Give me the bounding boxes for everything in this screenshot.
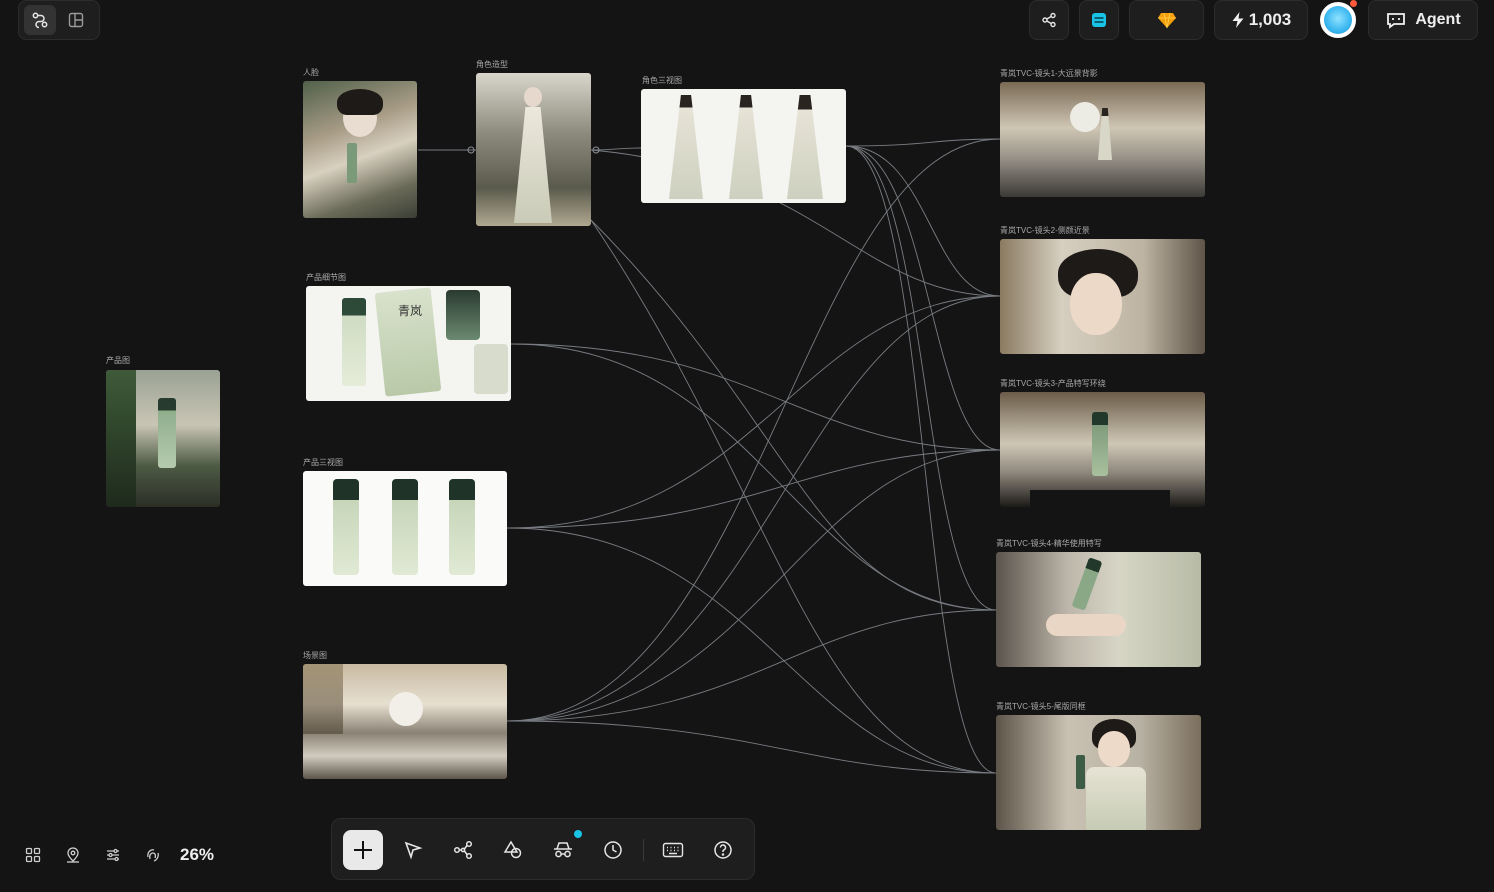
share-icon: [1042, 12, 1056, 28]
notification-dot: [1350, 0, 1357, 7]
agent-label: Agent: [1415, 11, 1461, 28]
node-shot3[interactable]: [1000, 392, 1205, 507]
help-icon: [714, 841, 732, 859]
grid-icon: [25, 847, 41, 863]
lightning-icon: [1232, 12, 1244, 28]
fingerprint-icon: [147, 849, 159, 862]
node-label-scene: 场景图: [303, 651, 327, 660]
face-shape: [1098, 731, 1130, 767]
keyboard-shortcuts-button[interactable]: [653, 830, 693, 870]
agent-button[interactable]: Agent: [1368, 0, 1478, 40]
bottle-front: [333, 479, 359, 575]
view-toggle: [18, 0, 100, 40]
node-label-shot5: 青岚TVC-镜头5-尾版同框: [996, 702, 1086, 711]
bottle-shape: [1076, 755, 1085, 789]
node-label-shot4: 青岚TVC-镜头4-精华使用特写: [996, 539, 1102, 548]
location-icon: [67, 847, 79, 863]
credits-button[interactable]: 1,003: [1214, 0, 1308, 40]
node-label-shot1: 青岚TVC-镜头1-大远景背影: [1000, 69, 1098, 78]
brand-text: 青岚: [398, 304, 423, 318]
face-shape: [1070, 273, 1122, 335]
cap-shape: [446, 290, 480, 340]
node-label-product-detail: 产品细节图: [306, 273, 346, 282]
pedestal-shape: [1030, 490, 1170, 507]
pillar-shape: [303, 664, 343, 734]
node-character-look[interactable]: [476, 73, 591, 226]
side-view-figure: [729, 95, 763, 199]
node-shot1[interactable]: [1000, 82, 1205, 197]
nodes-tool-button[interactable]: [443, 830, 483, 870]
layout-icon: [68, 12, 84, 28]
back-view-figure: [787, 95, 823, 199]
history-button[interactable]: [593, 830, 633, 870]
locate-button[interactable]: [63, 845, 83, 865]
bottle-back: [449, 479, 475, 575]
moon-door-shape: [389, 692, 423, 726]
avatar[interactable]: [1320, 2, 1356, 38]
filter-icon: [107, 848, 119, 862]
bottle-side: [392, 479, 418, 575]
moon-door-shape: [1070, 102, 1100, 132]
shapes-icon: [503, 840, 522, 859]
add-button[interactable]: [343, 830, 383, 870]
zoom-level[interactable]: 26%: [180, 845, 214, 865]
node-product-detail[interactable]: 青岚: [306, 286, 511, 401]
bottle-shape: [158, 398, 176, 468]
node-label-product-three-view: 产品三视图: [303, 458, 343, 467]
membership-button[interactable]: [1129, 0, 1204, 40]
toolbar-divider: [643, 839, 644, 861]
node-shot4[interactable]: [996, 552, 1201, 667]
keyboard-icon: [662, 842, 684, 858]
share-button[interactable]: [1029, 0, 1069, 40]
node-label-shot2: 青岚TVC-镜头2-侧颜近景: [1000, 226, 1090, 235]
foliage-shape: [106, 370, 136, 507]
credits-count: 1,003: [1248, 10, 1292, 29]
spy-icon: [554, 842, 572, 858]
help-button[interactable]: [703, 830, 743, 870]
figure-back-shape: [1098, 108, 1112, 160]
bottle-shape: [342, 298, 366, 386]
select-tool-button[interactable]: [393, 830, 433, 870]
gem-icon: [1157, 12, 1176, 29]
node-label-character-three-view: 角色三视图: [642, 76, 682, 85]
hand-shape: [1046, 614, 1126, 636]
filter-button[interactable]: [103, 845, 123, 865]
nodes-icon: [453, 840, 473, 860]
face-shape: [524, 87, 542, 107]
workflow-icon: [32, 12, 48, 29]
snap-button[interactable]: [143, 845, 163, 865]
bottle-shape: [1092, 412, 1108, 476]
node-portrait[interactable]: [303, 81, 417, 218]
dropper-shape: [474, 344, 508, 394]
cursor-icon: [404, 841, 423, 860]
workflow-view-button[interactable]: [24, 5, 56, 35]
node-product-image[interactable]: [106, 370, 220, 507]
bottle-shape: [1071, 557, 1103, 611]
node-shot5[interactable]: [996, 715, 1201, 830]
node-label-character-look: 角色造型: [476, 60, 508, 69]
new-indicator-dot: [574, 830, 582, 838]
node-label-shot3: 青岚TVC-镜头3-产品特写环绕: [1000, 379, 1106, 388]
agent-icon: [1387, 13, 1406, 29]
layout-view-button[interactable]: [60, 5, 92, 35]
history-icon: [604, 841, 622, 859]
node-shot2[interactable]: [1000, 239, 1205, 354]
front-view-figure: [669, 95, 703, 199]
storage-icon: [1092, 13, 1106, 27]
add-icon: [354, 841, 372, 859]
dress-shape: [1086, 767, 1146, 830]
bottom-toolbar: [331, 818, 755, 880]
node-scene[interactable]: [303, 664, 507, 779]
node-character-three-view[interactable]: [641, 89, 846, 203]
bottle-shape: [347, 143, 357, 183]
node-label-portrait: 人脸: [303, 68, 319, 77]
node-label-product-image: 产品图: [106, 356, 130, 365]
dress-shape: [514, 107, 552, 223]
storage-button[interactable]: [1079, 0, 1119, 40]
grid-button[interactable]: [23, 845, 43, 865]
node-product-three-view[interactable]: [303, 471, 507, 586]
hair-shape: [337, 89, 383, 115]
shapes-tool-button[interactable]: [493, 830, 533, 870]
